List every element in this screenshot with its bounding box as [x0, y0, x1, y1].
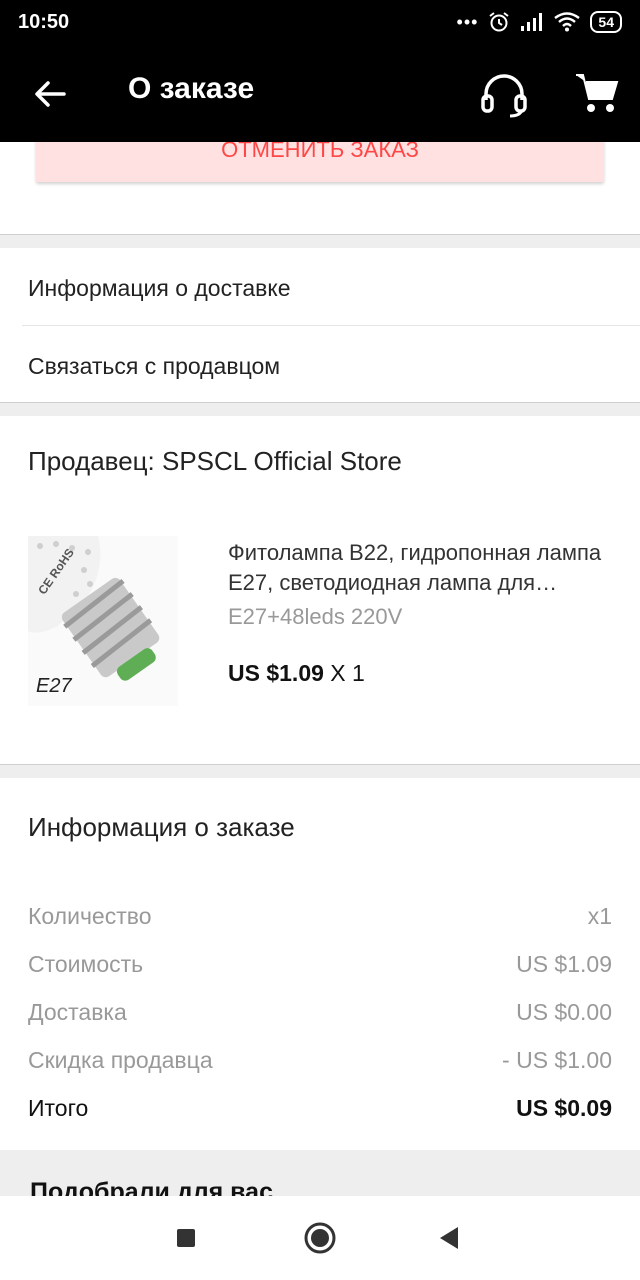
product-quantity: X 1 [330, 660, 365, 686]
back-triangle-icon[interactable] [432, 1220, 468, 1256]
cancel-order-button[interactable]: ОТМЕНИТЬ ЗАКАЗ [36, 142, 604, 182]
notification-dots: ••• [456, 11, 479, 32]
product-variant: E27+48leds 220V [228, 604, 403, 629]
product-name[interactable]: Фитолампа B22, гидропонная лампа E27, св… [228, 538, 612, 598]
recents-square-icon[interactable] [168, 1220, 204, 1256]
page-title: О заказе [128, 72, 255, 105]
cancel-section: ОТМЕНИТЬ ЗАКАЗ [0, 142, 640, 234]
contact-seller-link[interactable]: Связаться с продавцом [28, 328, 640, 404]
product-price: US $1.09 [228, 660, 324, 686]
home-circle-icon[interactable] [302, 1220, 338, 1256]
battery-icon: 54 [590, 11, 622, 33]
delivery-info-link[interactable]: Информация о доставке [28, 250, 640, 326]
signal-icon [521, 13, 543, 31]
menu-divider [22, 325, 640, 326]
status-bar: 10:50 ••• 54 [0, 0, 640, 44]
alarm-icon [489, 12, 510, 32]
order-info-row-quantity: Количество x1 [28, 892, 612, 940]
order-info-title: Информация о заказе [28, 812, 295, 842]
app-bar: О заказе [0, 44, 640, 142]
row-label: Количество [28, 902, 152, 929]
order-details-content[interactable]: ОТМЕНИТЬ ЗАКАЗ Информация о доставке Свя… [0, 142, 640, 1196]
order-info-row-seller-discount: Скидка продавца - US $1.00 [28, 1036, 612, 1084]
row-label: Стоимость [28, 950, 144, 977]
product-image[interactable]: CE RoHS E27 [28, 536, 178, 706]
product-price-line: US $1.09 X 1 [228, 660, 365, 687]
wifi-icon [554, 12, 581, 32]
row-value: - US $1.00 [502, 1046, 612, 1073]
status-icons: ••• 54 [457, 11, 622, 33]
order-info-row-shipping: Доставка US $0.00 [28, 988, 612, 1036]
section-divider [0, 764, 640, 778]
row-label: Итого [28, 1094, 89, 1121]
product-image-label: E27 [36, 675, 72, 697]
back-arrow-icon[interactable] [30, 74, 70, 114]
order-info-row-total: Итого US $0.09 [28, 1084, 612, 1132]
order-info-row-cost: Стоимость US $1.09 [28, 940, 612, 988]
section-divider [0, 402, 640, 416]
order-menu: Информация о доставке Связаться с продав… [0, 248, 640, 402]
recommendations-title: Подобрали для вас [30, 1178, 273, 1196]
status-time: 10:50 [18, 10, 70, 33]
support-headset-icon[interactable] [478, 70, 530, 118]
cart-icon[interactable] [574, 70, 620, 116]
row-label: Доставка [28, 998, 127, 1025]
seller-title[interactable]: Продавец: SPSCL Official Store [28, 446, 402, 477]
row-value: x1 [587, 902, 612, 929]
recommendations-section: Подобрали для вас [0, 1150, 640, 1196]
row-label: Скидка продавца [28, 1046, 213, 1073]
system-navigation-bar [0, 1196, 640, 1280]
row-value: US $0.09 [516, 1094, 612, 1121]
row-value: US $1.09 [516, 950, 612, 977]
section-divider [0, 234, 640, 248]
seller-section: Продавец: SPSCL Official Store CE RoHS E… [0, 416, 640, 764]
row-value: US $0.00 [516, 998, 612, 1025]
order-info-section: Информация о заказе Количество x1 Стоимо… [0, 778, 640, 1150]
